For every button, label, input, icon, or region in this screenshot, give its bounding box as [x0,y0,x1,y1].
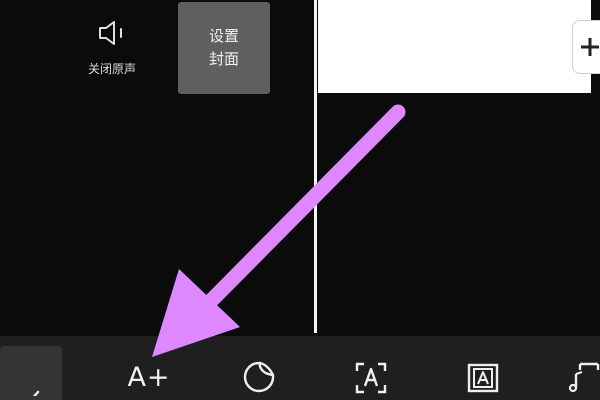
timeline-clip[interactable] [318,0,591,93]
text-recognition-button[interactable] [344,336,398,400]
add-text-icon: A+ [127,361,171,393]
speaker-icon [99,21,122,45]
add-text-button[interactable]: A+ [118,336,180,400]
sticker-button[interactable] [232,336,286,400]
text-template-icon [467,363,499,393]
set-cover-button[interactable]: 设置 封面 [178,2,270,94]
bottom-toolbar: A+ [0,336,600,400]
mute-original-sound-label: 关闭原声 [87,62,136,76]
plus-icon [581,38,599,56]
timeline-playhead[interactable] [314,0,317,333]
mute-original-sound-button[interactable]: 关闭原声 [78,12,146,84]
music-text-icon [568,362,600,393]
set-cover-label-line1: 设置 [208,27,239,45]
text-recognition-icon [355,362,387,394]
music-text-button[interactable] [566,336,600,400]
add-clip-button[interactable] [572,20,600,74]
sticker-icon [243,361,275,393]
video-editor-screen: 关闭原声 设置 封面 A+ [0,0,600,400]
back-chevron-icon [32,390,40,396]
set-cover-label-line2: 封面 [208,50,239,68]
back-button[interactable] [0,346,62,400]
text-template-button[interactable] [456,336,510,400]
